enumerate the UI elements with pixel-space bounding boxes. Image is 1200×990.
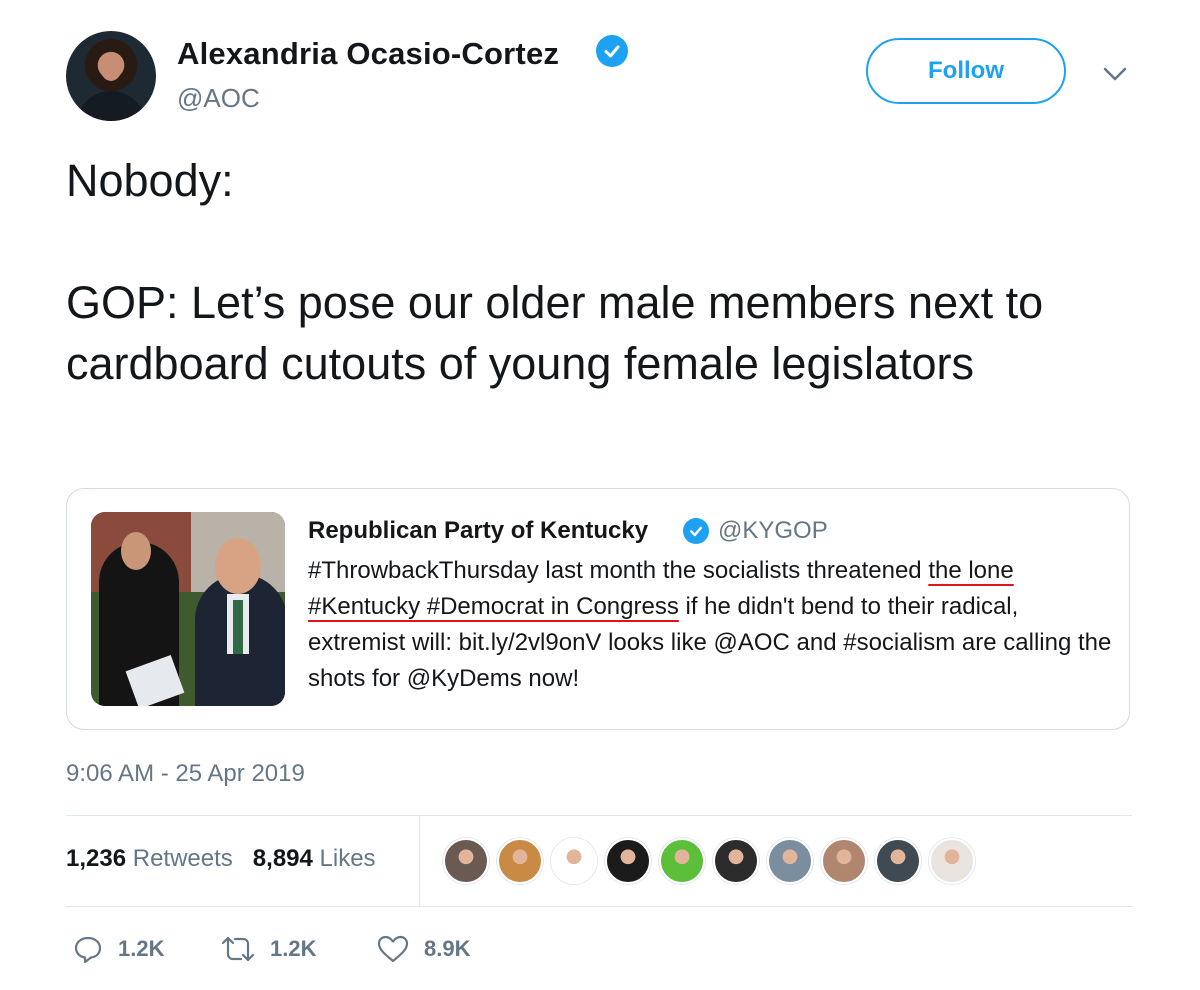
verified-badge-icon [596, 35, 628, 67]
likes-count: 8,894 [252, 845, 313, 872]
liker-avatar[interactable] [551, 838, 597, 884]
quoted-tweet-text: #ThrowbackThursday last month the social… [308, 553, 1118, 697]
retweet-icon [221, 936, 255, 962]
liker-avatar[interactable] [659, 838, 705, 884]
divider-bottom [66, 906, 1132, 907]
liker-avatar[interactable] [929, 838, 975, 884]
like-button[interactable]: 8.9K [376, 933, 470, 965]
liker-avatar[interactable] [767, 838, 813, 884]
likes-stat[interactable]: 8,894 Likes [253, 845, 376, 872]
profile-avatar[interactable] [66, 31, 156, 121]
liker-avatar[interactable] [821, 838, 867, 884]
tweet-timestamp[interactable]: 9:06 AM - 25 Apr 2019 [66, 760, 305, 788]
like-count: 8.9K [424, 936, 471, 961]
reply-count: 1.2K [118, 936, 165, 961]
retweets-stat[interactable]: 1,236 Retweets [66, 845, 233, 872]
retweets-label: Retweets [132, 845, 233, 872]
liker-avatar[interactable] [875, 838, 921, 884]
quoted-text-part1: #ThrowbackThursday last month the social… [308, 557, 929, 584]
quoted-verified-badge-icon [683, 518, 709, 544]
liker-avatars [443, 838, 975, 884]
retweet-count: 1.2K [270, 936, 317, 961]
follow-button[interactable]: Follow [866, 38, 1066, 104]
quoted-tweet-image[interactable] [91, 512, 285, 706]
image-person-right-face [215, 538, 261, 594]
tweet-text: Nobody: GOP: Let’s pose our older male m… [66, 155, 1044, 389]
retweets-count: 1,236 [66, 845, 127, 872]
user-handle[interactable]: @AOC [177, 83, 260, 114]
reply-icon [74, 936, 102, 964]
liker-avatar[interactable] [605, 838, 651, 884]
avatar-face [100, 53, 122, 81]
chevron-down-icon[interactable] [1100, 62, 1130, 86]
liker-avatar[interactable] [443, 838, 489, 884]
image-person-left-face [121, 532, 151, 570]
heart-icon [377, 935, 409, 963]
display-name[interactable]: Alexandria Ocasio-Cortez [177, 36, 559, 72]
quoted-user-handle[interactable]: @KYGOP [718, 517, 828, 545]
quoted-display-name[interactable]: Republican Party of Kentucky [308, 517, 648, 545]
reply-button[interactable]: 1.2K [72, 933, 164, 965]
divider-vertical [419, 816, 420, 906]
likes-label: Likes [319, 845, 376, 872]
tweet-stats: 1,236 Retweets 8,894 Likes [66, 845, 376, 873]
divider-top [66, 815, 1132, 816]
image-tie [233, 600, 243, 654]
liker-avatar[interactable] [713, 838, 759, 884]
avatar-shoulders [76, 91, 146, 121]
retweet-button[interactable]: 1.2K [220, 933, 316, 965]
liker-avatar[interactable] [497, 838, 543, 884]
